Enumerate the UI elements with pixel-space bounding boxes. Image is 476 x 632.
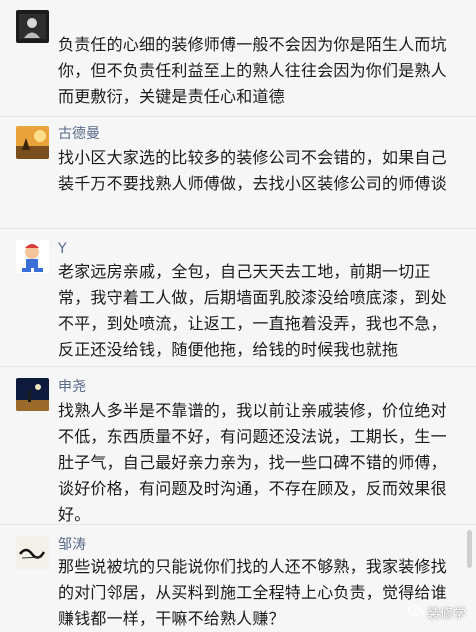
scrollbar[interactable]	[467, 530, 472, 568]
commenter-name[interactable]: 邹涛	[58, 536, 86, 554]
divider	[0, 366, 476, 367]
comment-feed: 负责任的心细的装修师傅一般不会因为你是陌生人而坑你，但不负责任利益至上的熟人往往…	[0, 0, 476, 628]
comment-text: 那些说被坑的只能说你们找的人还不够熟，我家装修找的对门邻居，从买料到施工全程特上…	[58, 557, 447, 628]
avatar[interactable]	[16, 536, 49, 569]
avatar[interactable]	[16, 126, 49, 159]
comment-text: 负责任的心细的装修师傅一般不会因为你是陌生人而坑你，但不负责任利益至上的熟人往往…	[58, 35, 447, 106]
avatar[interactable]	[16, 378, 49, 411]
divider	[0, 228, 476, 229]
watermark-text: 装修学	[426, 607, 466, 622]
commenter-name[interactable]: 古德曼	[58, 125, 100, 143]
avatar[interactable]	[16, 240, 49, 273]
comment-text: 老家远房亲戚，全包，自己天天去工地，前期一切正常，我守着工人做，后期墙面乳胶漆没…	[58, 262, 447, 359]
watermark: 装修学	[407, 603, 466, 622]
wechat-icon	[407, 604, 424, 622]
commenter-name[interactable]: Y	[58, 240, 67, 258]
comment-text: 找小区大家选的比较多的装修公司不会错的，如果自己装千万不要找熟人师傅做，去找小区…	[58, 148, 447, 193]
divider	[0, 524, 476, 525]
comment-text: 找熟人多半是不靠谱的，我以前让亲戚装修，价位绝对不低，东西质量不好，有问题还没法…	[58, 401, 447, 524]
avatar[interactable]	[16, 10, 49, 43]
commenter-name[interactable]: 申尧	[58, 378, 86, 396]
divider	[0, 116, 476, 117]
